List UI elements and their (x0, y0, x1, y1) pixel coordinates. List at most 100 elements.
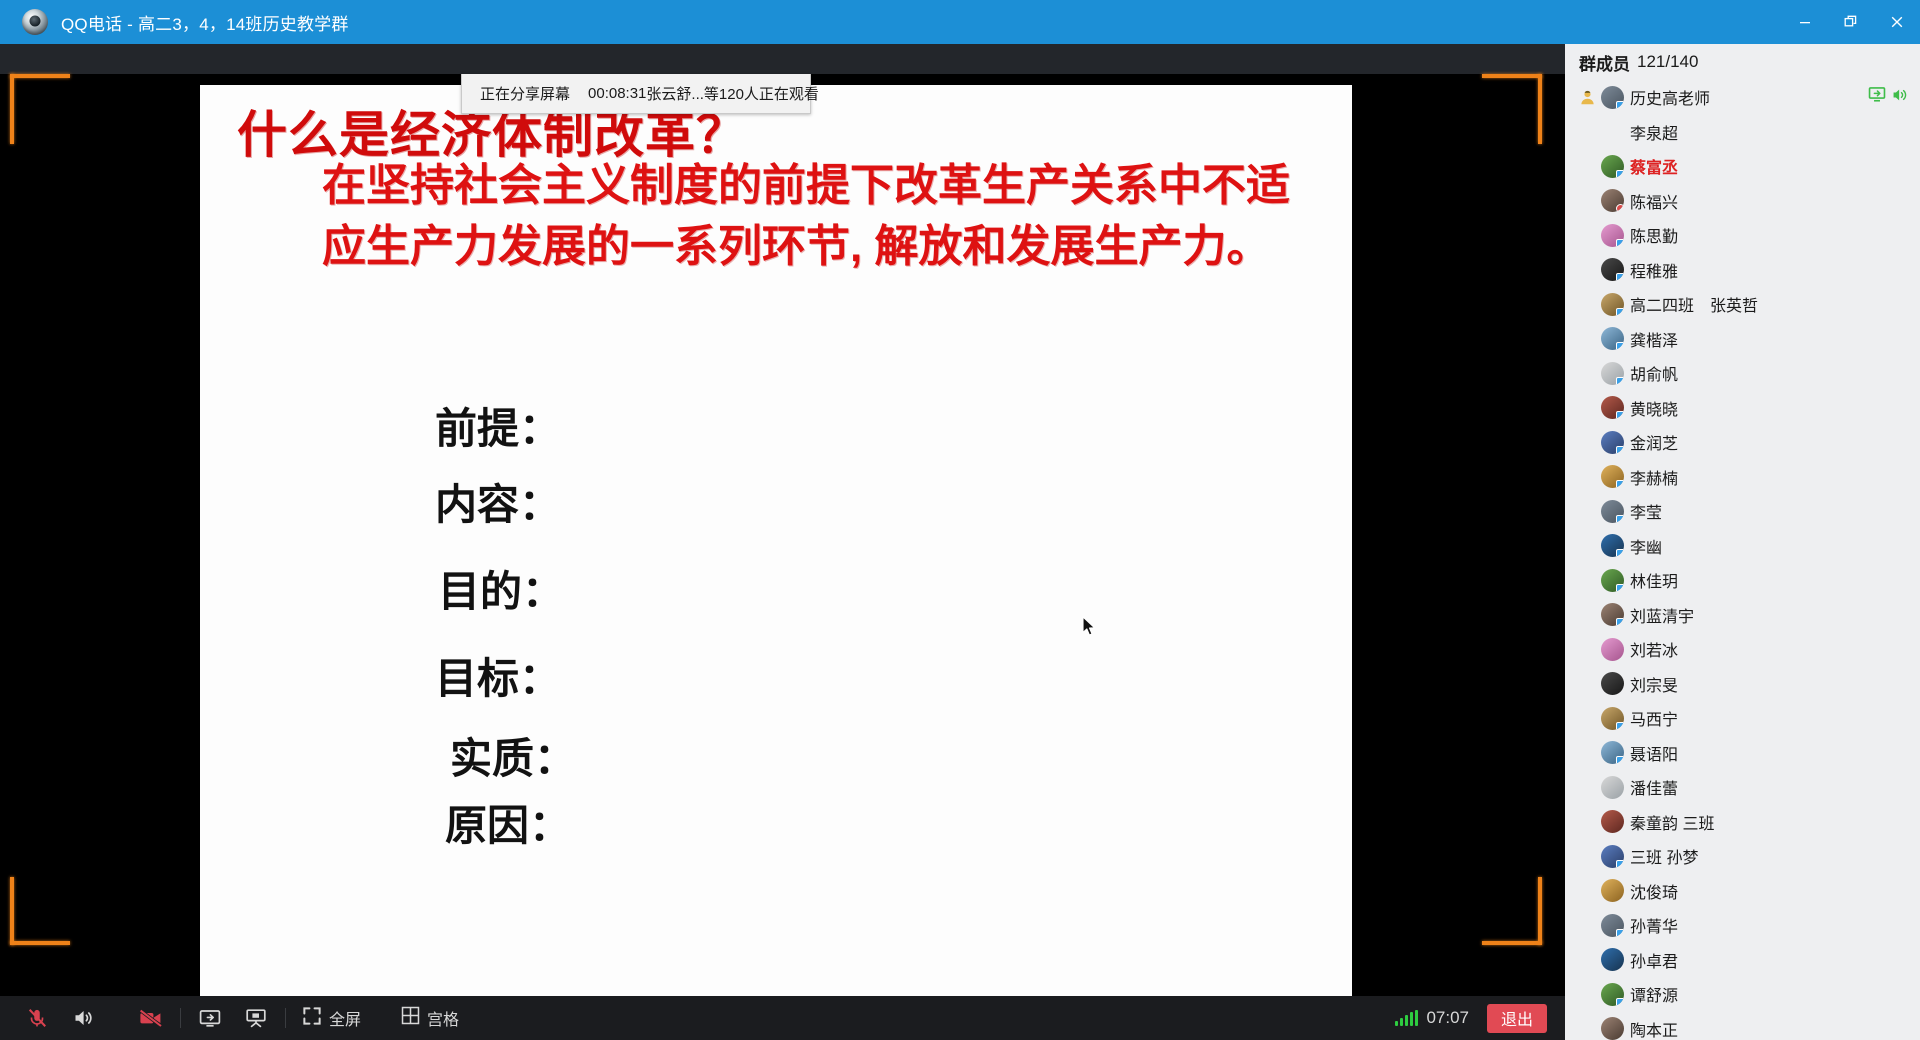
capture-frame-corner-top-left (10, 74, 70, 144)
member-list-item[interactable]: 蔡富丞 (1565, 149, 1920, 184)
member-name: 金润芝 (1630, 436, 1679, 454)
member-list-item[interactable]: 龚楷泽 (1565, 322, 1920, 357)
member-name: 沈俊琦 (1630, 884, 1679, 902)
mobile-badge-icon (1616, 549, 1624, 558)
avatar (1601, 982, 1624, 1006)
grid-label: 宫格 (427, 1012, 460, 1029)
member-name: 李泉超 (1630, 125, 1679, 143)
slide-heading-reason: 原因： (445, 802, 572, 849)
slide-heading-purpose: 目的： (438, 568, 565, 615)
member-name: 陈思勤 (1630, 229, 1679, 247)
member-list-item[interactable]: 林佳玥 (1565, 563, 1920, 598)
close-icon[interactable] (1874, 0, 1920, 44)
slide-heading-essence: 实质： (450, 735, 577, 782)
restore-icon[interactable] (1828, 0, 1874, 44)
avatar (1601, 948, 1624, 972)
exit-button[interactable]: 退出 (1486, 1003, 1547, 1033)
mobile-badge-icon (1616, 514, 1624, 523)
member-list-item[interactable]: 李莹 (1565, 494, 1920, 529)
member-name: 马西宁 (1630, 712, 1679, 730)
avatar (1601, 637, 1624, 661)
minimize-icon[interactable] (1782, 0, 1828, 44)
avatar (1601, 775, 1624, 799)
member-name: 程稚雅 (1630, 263, 1679, 281)
call-duration: 07:07 (1426, 1008, 1469, 1027)
member-name: 李莹 (1630, 505, 1663, 523)
avatar (1601, 499, 1624, 523)
member-name: 李赫楠 (1630, 470, 1679, 488)
window-titlebar[interactable]: QQ电话 - 高二3，4，14班历史教学群 (0, 0, 1920, 44)
mobile-badge-icon (1616, 721, 1624, 730)
member-panel[interactable]: 群成员 121/140 历史高老师 李泉超 蔡富丞 陈福兴 陈思勤 程稚雅 高二四班 张英哲… (1565, 44, 1920, 1040)
member-list-item[interactable]: 李幽 (1565, 529, 1920, 564)
member-list[interactable]: 历史高老师李泉超蔡富丞陈福兴陈思勤程稚雅高二四班 张英哲龚楷泽胡俞帆黄晓晓金润芝… (1565, 80, 1920, 1040)
avatar (1601, 465, 1624, 489)
member-name: 刘蓝清宇 (1630, 608, 1695, 626)
member-list-item[interactable]: 金润芝 (1565, 425, 1920, 460)
mobile-badge-icon (1616, 307, 1624, 316)
avatar (1601, 430, 1624, 454)
member-name: 李幽 (1630, 539, 1663, 557)
mobile-badge-icon (1616, 756, 1624, 765)
member-list-item[interactable]: 刘宗旻 (1565, 667, 1920, 702)
microphone-muted-icon[interactable] (14, 996, 60, 1040)
audio-active-icon (1891, 86, 1908, 109)
avatar (1601, 672, 1624, 696)
member-list-item[interactable]: 历史高老师 (1565, 80, 1920, 115)
member-name: 高二四班 张英哲 (1630, 298, 1759, 316)
mobile-badge-icon (1616, 411, 1624, 420)
member-list-item[interactable]: 李赫楠 (1565, 460, 1920, 495)
titlebar-left: QQ电话 - 高二3，4，14班历史教学群 (0, 9, 1782, 35)
speaker-icon[interactable] (60, 996, 106, 1040)
member-name: 聂语阳 (1630, 746, 1679, 764)
member-list-item[interactable]: 沈俊琦 (1565, 874, 1920, 909)
member-list-item[interactable]: 秦童韵 三班 (1565, 805, 1920, 840)
member-list-item[interactable]: 陶本正 (1565, 1012, 1920, 1040)
mobile-badge-icon (1616, 238, 1624, 247)
share-viewers: 张云舒...等120人正在观看 (646, 86, 819, 103)
mobile-badge-icon (1616, 859, 1624, 868)
mobile-badge-icon (1616, 342, 1624, 351)
share-screen-icon[interactable] (187, 996, 233, 1040)
mobile-badge-icon (1616, 480, 1624, 489)
mobile-badge-icon (1616, 100, 1624, 109)
fullscreen-icon (302, 1006, 322, 1031)
member-name: 蔡富丞 (1630, 160, 1679, 178)
fullscreen-label: 全屏 (329, 1012, 362, 1029)
share-status-bar[interactable]: 正在分享屏幕 00:08:31 张云舒...等120人正在观看 (461, 74, 819, 114)
slide-body-text: 在坚持社会主义制度的前提下改革生产关系中不适应生产力发展的一系列环节, 解放和发… (322, 161, 1290, 271)
member-name: 秦童韵 三班 (1630, 815, 1715, 833)
fullscreen-button[interactable]: 全屏 (292, 996, 371, 1040)
video-stage[interactable]: 什么是经济体制改革？ 在坚持社会主义制度的前提下改革生产关系中不适应生产力发展的… (0, 44, 1565, 996)
member-list-item[interactable]: 陈福兴 (1565, 184, 1920, 219)
member-list-item[interactable]: 程稚雅 (1565, 253, 1920, 288)
member-name: 胡俞帆 (1630, 367, 1679, 385)
member-list-item[interactable]: 黄晓晓 (1565, 391, 1920, 426)
member-list-item[interactable]: 马西宁 (1565, 701, 1920, 736)
member-list-item[interactable]: 孙菁华 (1565, 908, 1920, 943)
camera-off-icon[interactable] (128, 996, 174, 1040)
capture-frame-corner-bottom-left (10, 877, 70, 945)
member-list-item[interactable]: 刘蓝清宇 (1565, 598, 1920, 633)
avatar (1601, 534, 1624, 558)
toolbar-divider-1 (180, 1008, 181, 1028)
avatar (1601, 913, 1624, 937)
avatar (1601, 706, 1624, 730)
avatar (1601, 223, 1624, 247)
member-list-item[interactable]: 胡俞帆 (1565, 356, 1920, 391)
member-list-item[interactable]: 刘若冰 (1565, 632, 1920, 667)
member-list-item[interactable]: 聂语阳 (1565, 736, 1920, 771)
member-list-item[interactable]: 谭舒源 (1565, 977, 1920, 1012)
member-list-item[interactable]: 孙卓君 (1565, 943, 1920, 978)
whiteboard-icon[interactable] (233, 996, 279, 1040)
member-list-item[interactable]: 潘佳蕾 (1565, 770, 1920, 805)
avatar (1601, 396, 1624, 420)
screen-share-icon (1868, 86, 1888, 109)
member-list-item[interactable]: 高二四班 张英哲 (1565, 287, 1920, 322)
member-list-item[interactable]: 三班 孙梦 (1565, 839, 1920, 874)
grid-view-button[interactable]: 宫格 (391, 996, 469, 1040)
member-list-item[interactable]: 陈思勤 (1565, 218, 1920, 253)
member-list-item[interactable]: 李泉超 (1565, 115, 1920, 150)
member-name: 孙卓君 (1630, 953, 1679, 971)
member-name: 陈福兴 (1630, 194, 1679, 212)
